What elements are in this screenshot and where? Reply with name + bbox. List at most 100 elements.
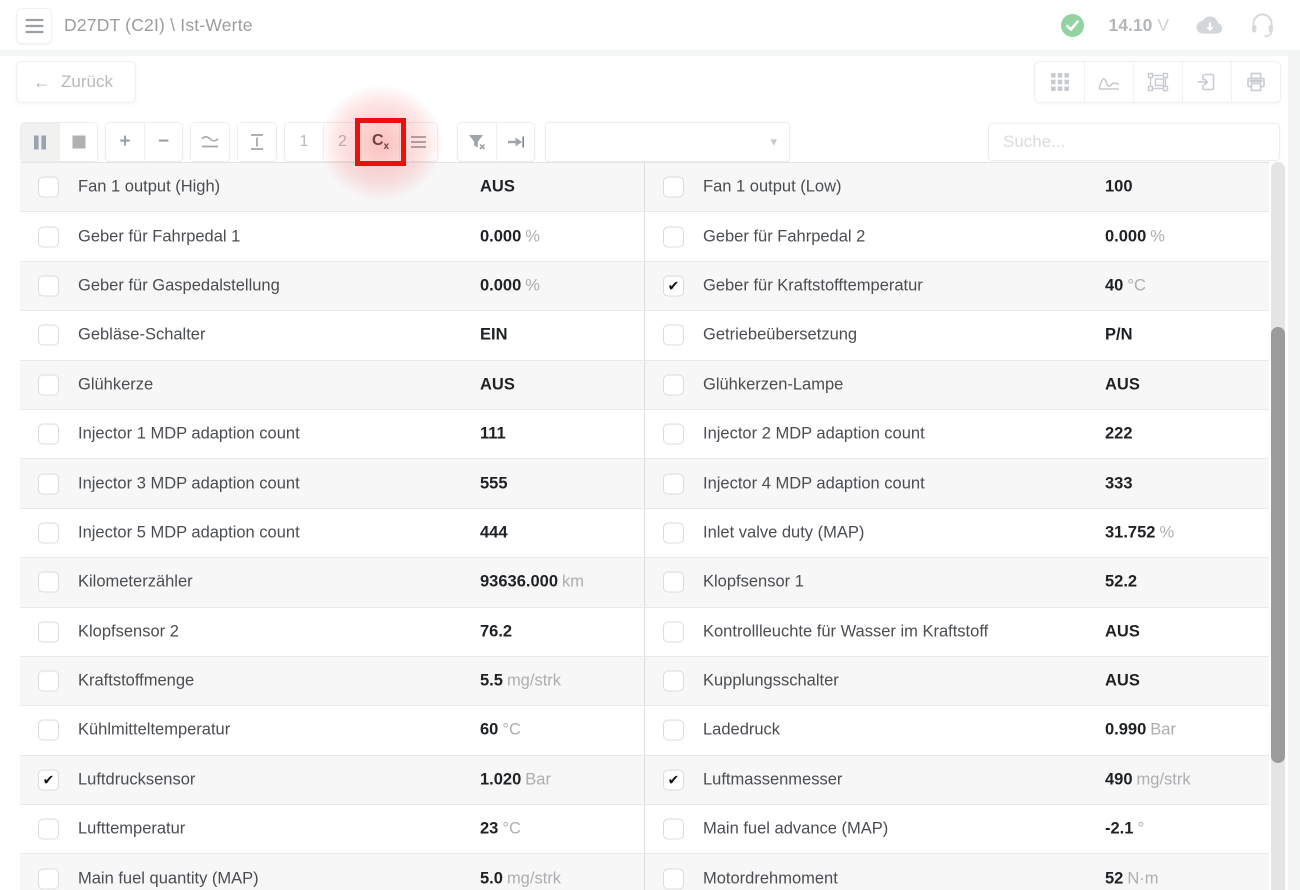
param-cell: Klopfsensor 1 52.2 xyxy=(644,558,1269,606)
row-checkbox[interactable] xyxy=(663,720,684,741)
back-button[interactable]: ← Zurück xyxy=(16,61,136,103)
smooth-curve-button[interactable] xyxy=(191,123,229,161)
zoom-out-button[interactable]: − xyxy=(144,123,182,161)
row-checkbox[interactable] xyxy=(663,819,684,840)
param-cell: Injector 1 MDP adaption count 111 xyxy=(20,410,644,458)
row-checkbox[interactable] xyxy=(663,671,684,692)
page-2-button[interactable]: 2 xyxy=(323,123,361,161)
row-checkbox[interactable] xyxy=(38,226,59,247)
param-value: AUS xyxy=(480,375,515,393)
param-unit: Bar xyxy=(1150,721,1176,739)
row-checkbox[interactable] xyxy=(38,473,59,494)
table-row: Kraftstoffmenge 5.5mg/strk Kupplungsscha… xyxy=(20,657,1269,706)
list-icon xyxy=(410,135,427,149)
row-checkbox[interactable] xyxy=(38,720,59,741)
row-checkbox[interactable] xyxy=(663,522,684,543)
row-checkbox[interactable] xyxy=(38,424,59,445)
param-value: -2.1 xyxy=(1105,820,1133,838)
row-checkbox[interactable] xyxy=(663,325,684,346)
fit-vertical-button[interactable] xyxy=(238,123,276,161)
row-checkbox[interactable] xyxy=(38,275,59,296)
row-checkbox[interactable] xyxy=(663,226,684,247)
row-checkbox[interactable] xyxy=(38,819,59,840)
row-checkbox[interactable] xyxy=(663,473,684,494)
param-unit: °C xyxy=(502,820,521,838)
cloud-download-icon[interactable] xyxy=(1194,14,1224,36)
param-cell: Motordrehmoment 52N·m xyxy=(644,854,1269,890)
pause-button[interactable] xyxy=(21,123,59,161)
row-checkbox[interactable] xyxy=(663,424,684,445)
param-value: 0.000 xyxy=(1105,227,1146,245)
back-arrow-icon: ← xyxy=(33,72,51,93)
clear-filter-button[interactable] xyxy=(458,123,496,161)
breadcrumb-title: D27DT (C2I) \ Ist-Werte xyxy=(64,0,253,50)
row-checkbox[interactable] xyxy=(38,177,59,198)
row-checkbox[interactable] xyxy=(663,374,684,395)
row-checkbox[interactable] xyxy=(38,671,59,692)
param-label: Geber für Fahrpedal 1 xyxy=(78,227,240,246)
main-menu-button[interactable] xyxy=(16,8,52,44)
stop-button[interactable] xyxy=(59,123,97,161)
param-value: 333 xyxy=(1105,474,1133,492)
param-value: 555 xyxy=(480,474,508,492)
grid-view-button[interactable] xyxy=(1035,62,1084,102)
chart-view-button[interactable] xyxy=(1084,62,1133,102)
row-checkbox[interactable] xyxy=(663,572,684,593)
row-checkbox[interactable] xyxy=(38,572,59,593)
selection-view-button[interactable] xyxy=(1133,62,1182,102)
page-1-button[interactable]: 1 xyxy=(285,123,323,161)
import-view-button[interactable] xyxy=(1182,62,1231,102)
param-label: Inlet valve duty (MAP) xyxy=(703,523,864,542)
param-label: Kontrollleuchte für Wasser im Kraftstoff xyxy=(703,622,988,641)
param-label: Geber für Gaspedalstellung xyxy=(78,276,280,295)
arrow-to-end-icon xyxy=(506,134,526,150)
search-input[interactable] xyxy=(988,123,1280,161)
param-value: 0.000 xyxy=(480,276,521,294)
headset-icon[interactable] xyxy=(1249,12,1276,38)
parameter-group-dropdown[interactable]: ▾ xyxy=(545,122,790,162)
row-checkbox[interactable] xyxy=(38,325,59,346)
top-header-bar: D27DT (C2I) \ Ist-Werte 14.10 V xyxy=(0,0,1300,50)
table-row: Injector 1 MDP adaption count 111 Inject… xyxy=(20,410,1269,459)
table-row: Klopfsensor 2 76.2 Kontrollleuchte für W… xyxy=(20,608,1269,657)
row-checkbox[interactable] xyxy=(38,374,59,395)
param-unit: °C xyxy=(1127,276,1146,294)
row-checkbox[interactable] xyxy=(38,868,59,889)
check-circle-icon xyxy=(1061,14,1084,37)
param-value: 0.000 xyxy=(480,227,521,245)
fit-group xyxy=(237,122,277,162)
page-clear-group: 1 2 Cx xyxy=(284,122,438,162)
smooth-group xyxy=(190,122,230,162)
row-checkbox[interactable] xyxy=(663,621,684,642)
table-row: Gebläse-Schalter EIN Getriebeübersetzung… xyxy=(20,311,1269,360)
param-reading: 40°C xyxy=(1105,276,1146,295)
row-checkbox[interactable] xyxy=(38,769,59,790)
zoom-in-button[interactable]: + xyxy=(106,123,144,161)
param-reading: 444 xyxy=(480,523,512,542)
row-checkbox[interactable] xyxy=(663,868,684,889)
row-checkbox[interactable] xyxy=(663,769,684,790)
list-view-button[interactable] xyxy=(399,123,437,161)
table-row: Geber für Gaspedalstellung 0.000% Geber … xyxy=(20,262,1269,311)
param-label: Geber für Kraftstofftemperatur xyxy=(703,276,923,295)
param-cell: Lufttemperatur 23°C xyxy=(20,805,644,853)
clear-values-button[interactable]: Cx xyxy=(361,123,399,161)
print-button[interactable] xyxy=(1231,62,1280,102)
param-reading: 60°C xyxy=(480,721,521,740)
row-checkbox[interactable] xyxy=(38,621,59,642)
param-reading: 76.2 xyxy=(480,622,516,641)
row-checkbox[interactable] xyxy=(663,177,684,198)
row-checkbox[interactable] xyxy=(663,275,684,296)
param-value: 0.990 xyxy=(1105,721,1146,739)
param-reading: 93636.000km xyxy=(480,573,584,592)
param-value: 23 xyxy=(480,820,498,838)
vertical-scrollbar[interactable] xyxy=(1271,162,1285,890)
param-value: AUS xyxy=(1105,622,1140,640)
table-row: Lufttemperatur 23°C Main fuel advance (M… xyxy=(20,805,1269,854)
scrollbar-thumb[interactable] xyxy=(1271,327,1285,763)
row-checkbox[interactable] xyxy=(38,522,59,543)
param-value: EIN xyxy=(480,326,508,344)
curve-chart-icon xyxy=(1097,71,1121,93)
import-document-icon xyxy=(1195,70,1219,94)
scroll-to-end-button[interactable] xyxy=(496,123,534,161)
